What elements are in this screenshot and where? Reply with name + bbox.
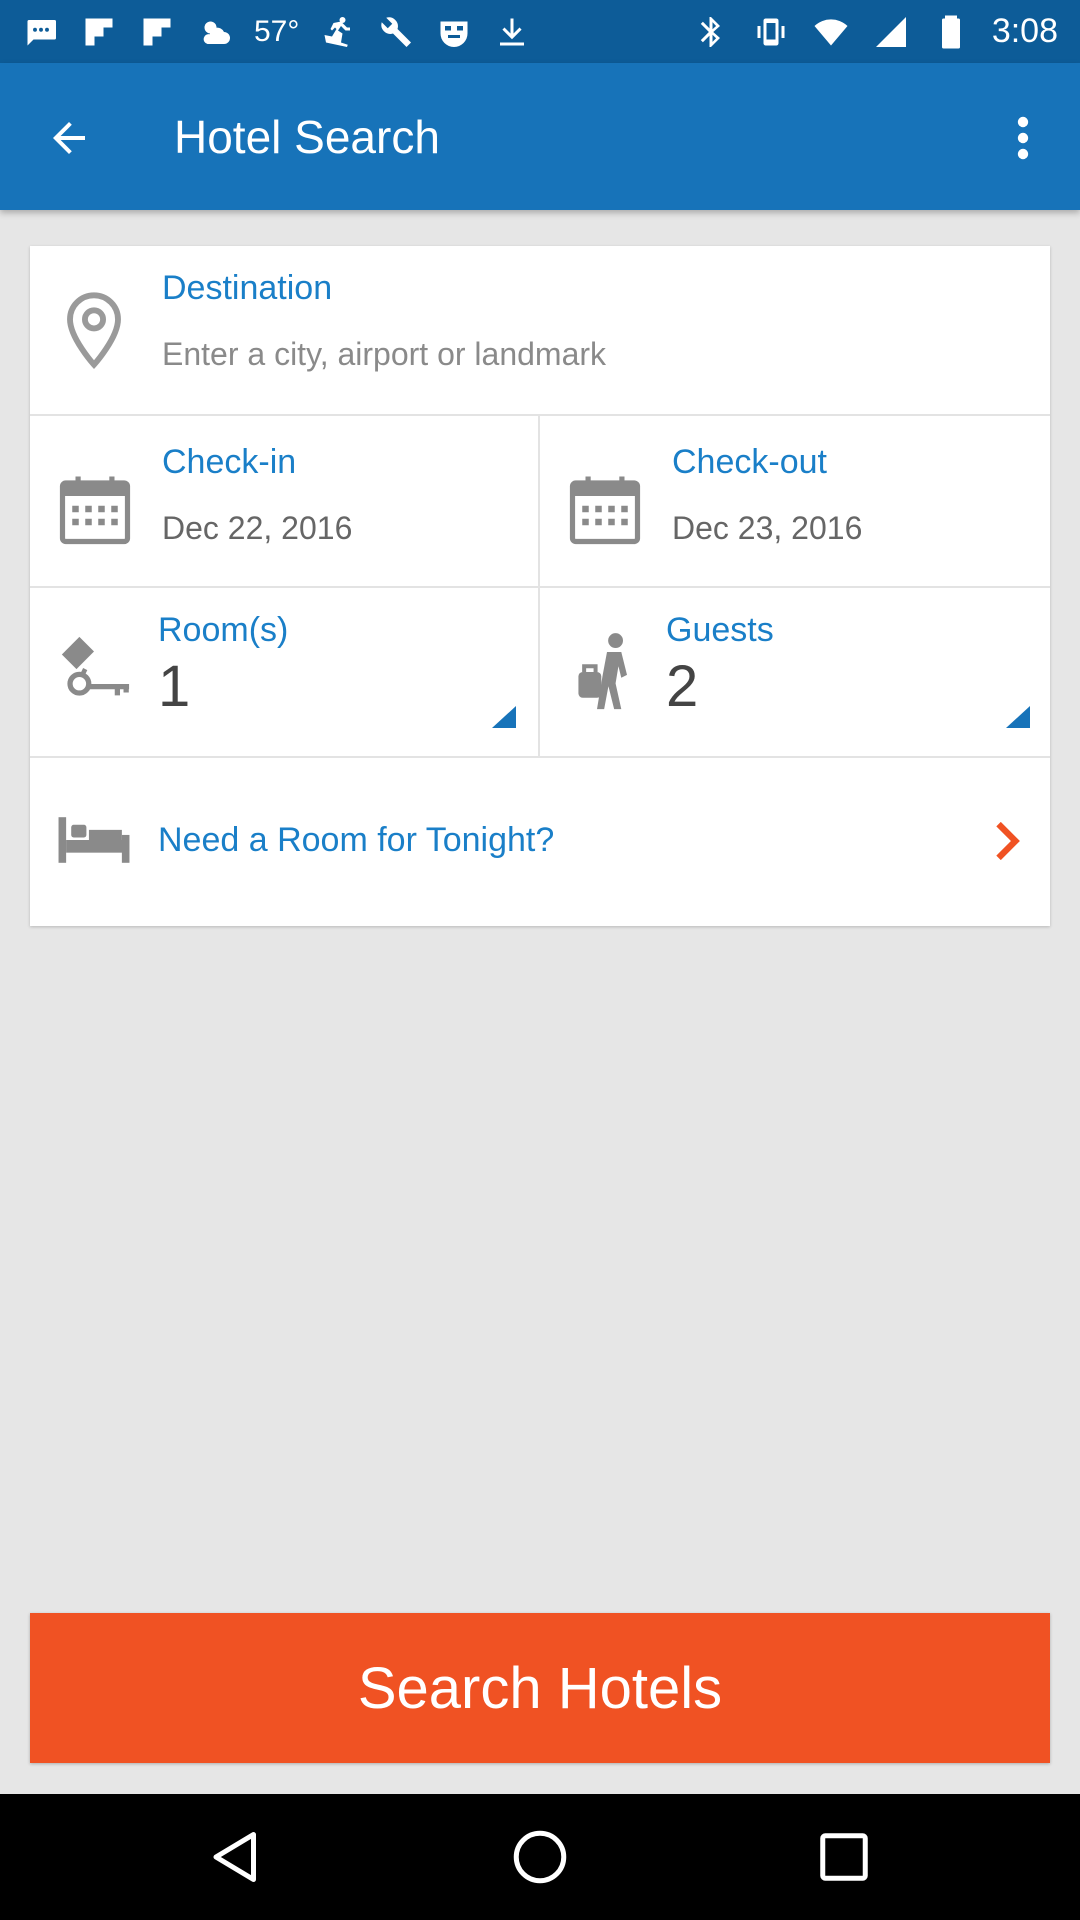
hotel-search-form: Destination Enter a city, airport or lan… — [30, 246, 1050, 926]
page-title: Hotel Search — [174, 111, 440, 163]
flipboard-icon — [80, 13, 118, 51]
system-icons: 3:08 — [692, 12, 1058, 51]
guests-value: 2 — [666, 654, 699, 719]
bluetooth-icon — [692, 13, 730, 51]
rooms-selector[interactable]: Room(s) 1 — [30, 588, 540, 756]
weather-icon — [196, 13, 234, 51]
destination-input[interactable]: Enter a city, airport or landmark — [162, 334, 606, 374]
app-bar: Hotel Search — [0, 63, 1080, 210]
arrow-back-icon — [45, 114, 93, 162]
check-out-field[interactable]: Check-out Dec 23, 2016 — [542, 416, 1050, 586]
more-vertical-icon — [1015, 114, 1031, 162]
dates-row: Check-in Dec 22, 2016 Check-out Dec 23, … — [30, 416, 1050, 588]
battery-icon — [932, 13, 970, 51]
occupancy-row: Room(s) 1 Guests 2 — [30, 588, 1050, 758]
check-in-label: Check-in — [162, 443, 297, 481]
chevron-right-icon — [994, 821, 1020, 861]
tonight-link[interactable]: Need a Room for Tonight? — [30, 758, 1050, 926]
location-pin-icon — [62, 290, 126, 370]
skiing-icon — [319, 13, 357, 51]
calendar-icon — [56, 470, 134, 548]
dropdown-indicator-icon — [492, 706, 516, 728]
wifi-icon — [812, 13, 850, 51]
nav-recents-icon[interactable] — [814, 1827, 874, 1887]
destination-label: Destination — [162, 269, 333, 307]
system-navigation-bar — [0, 1794, 1080, 1920]
bed-icon — [56, 814, 132, 866]
rooms-value: 1 — [158, 654, 191, 719]
room-key-icon — [52, 634, 136, 710]
temperature: 57° — [254, 14, 300, 48]
download-icon — [493, 13, 531, 51]
search-hotels-button[interactable]: Search Hotels — [30, 1613, 1050, 1763]
tonight-label: Need a Room for Tonight? — [158, 821, 555, 859]
overflow-menu-button[interactable] — [990, 103, 1056, 173]
dropdown-indicator-icon — [1006, 706, 1030, 728]
guests-label: Guests — [666, 611, 774, 649]
guests-selector[interactable]: Guests 2 — [542, 588, 1050, 756]
mask-icon — [435, 13, 473, 51]
calendar-icon — [566, 470, 644, 548]
clock: 3:08 — [991, 12, 1058, 50]
vibrate-icon — [752, 13, 790, 51]
message-icon — [22, 13, 60, 51]
tools-icon — [377, 13, 415, 51]
destination-field[interactable]: Destination Enter a city, airport or lan… — [30, 246, 1050, 416]
rooms-label: Room(s) — [158, 611, 289, 649]
flipboard-icon — [138, 13, 176, 51]
traveler-icon — [572, 632, 642, 712]
check-out-value: Dec 23, 2016 — [672, 510, 863, 546]
signal-icon — [872, 13, 910, 51]
back-button[interactable] — [34, 103, 104, 173]
nav-back-icon[interactable] — [206, 1827, 266, 1887]
check-out-label: Check-out — [672, 443, 827, 481]
status-bar: 57° 3:08 — [0, 0, 1080, 63]
nav-home-icon[interactable] — [510, 1827, 570, 1887]
check-in-field[interactable]: Check-in Dec 22, 2016 — [30, 416, 540, 586]
check-in-value: Dec 22, 2016 — [162, 510, 353, 546]
notification-icons: 57° — [22, 13, 531, 51]
